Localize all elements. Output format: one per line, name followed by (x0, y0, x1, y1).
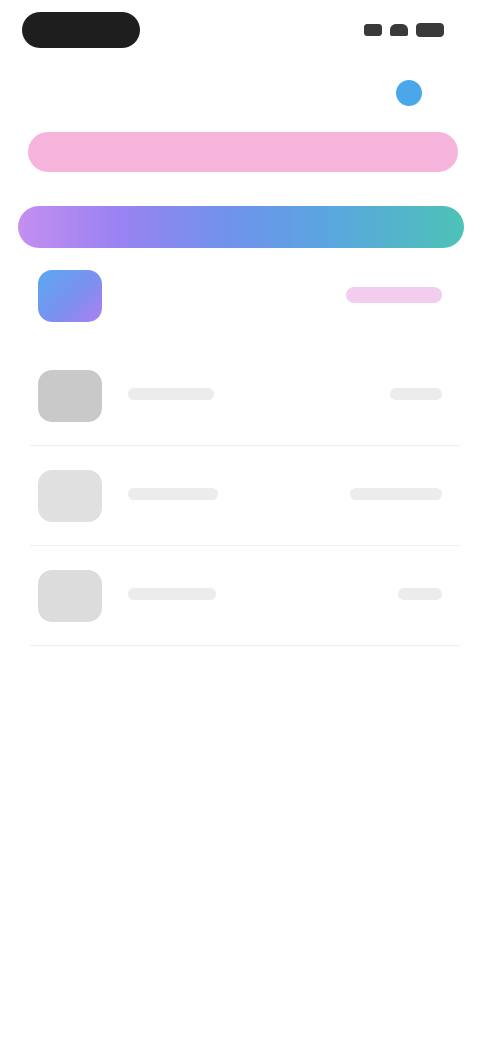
banner[interactable] (28, 132, 458, 172)
item-meta (350, 487, 442, 505)
battery-icon (416, 23, 444, 37)
item-list (0, 246, 480, 646)
item-meta-line (398, 588, 442, 600)
signal-icon (364, 24, 382, 36)
status-badge (346, 286, 442, 303)
item-meta (398, 587, 442, 605)
list-item[interactable] (0, 246, 480, 346)
item-name (128, 387, 390, 405)
item-meta-line (390, 388, 442, 400)
row-divider (30, 645, 460, 646)
list-item[interactable] (0, 446, 480, 546)
app-screen (0, 0, 480, 1040)
item-status (346, 286, 442, 306)
item-thumbnail (38, 470, 102, 522)
list-item[interactable] (0, 546, 480, 646)
item-meta-line (350, 488, 442, 500)
dynamic-island (22, 12, 140, 48)
wifi-icon (390, 24, 408, 36)
item-name-line (128, 388, 214, 400)
item-thumbnail (38, 570, 102, 622)
item-name (128, 587, 398, 605)
item-meta (390, 387, 442, 405)
item-name-line (128, 488, 218, 500)
item-thumbnail (38, 270, 102, 322)
status-indicators (354, 20, 444, 40)
info-icon (396, 80, 422, 106)
header-action-button[interactable] (396, 78, 460, 108)
list-item[interactable] (0, 346, 480, 446)
item-name (128, 487, 350, 505)
item-thumbnail (38, 370, 102, 422)
item-name (128, 287, 346, 305)
promo-bar[interactable] (18, 206, 464, 248)
item-name-line (128, 588, 216, 600)
